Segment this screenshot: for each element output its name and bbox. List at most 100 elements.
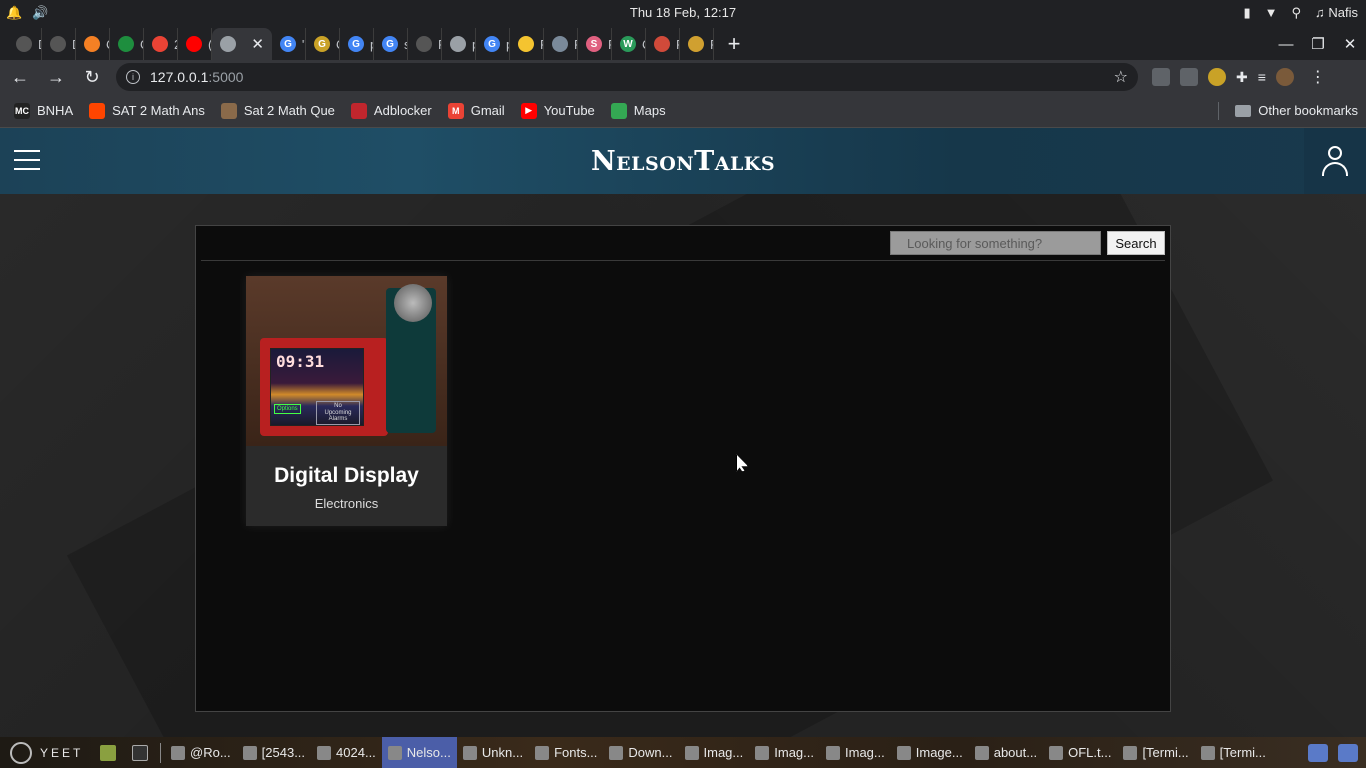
browser-tab[interactable]: GO L [306,28,340,60]
location-icon[interactable]: ⚲ [1291,6,1301,19]
taskbar-window-item[interactable]: Nelso... [381,737,457,768]
taskbar-window-item[interactable]: @Ro... [165,737,237,768]
bookmark-favicon-icon: ▶ [520,102,537,119]
user-menu[interactable]: ♫ Nafis [1315,5,1358,20]
taskbar-item-label: [Termi... [1219,745,1266,760]
other-bookmarks[interactable]: Other bookmarks [1227,97,1366,125]
wifi-icon[interactable]: ▼ [1265,6,1278,19]
bookmark-item[interactable]: ▶ YouTube [513,97,603,125]
extension-icon[interactable] [1180,68,1198,86]
browser-tab[interactable]: Gpyt [340,28,374,60]
battery-icon[interactable]: ▮ [1243,6,1250,19]
browser-tab[interactable]: Gsqli [374,28,408,60]
taskbar-window-item[interactable]: Image... [891,737,969,768]
browser-tab[interactable]: Pyt [510,28,544,60]
taskbar-window-item[interactable]: Unkn... [457,737,529,768]
system-clock[interactable]: Thu 18 Feb, 12:17 [0,5,1366,20]
new-tab-button[interactable]: + [714,28,754,60]
menu-kebab-icon[interactable]: ⋮ [1310,67,1326,87]
close-window-icon[interactable]: ✕ [1334,35,1366,53]
extension-icon[interactable] [1208,68,1226,86]
taskbar-window-item[interactable]: 4024... [311,737,382,768]
bookmark-item[interactable]: Maps [603,97,674,125]
tray-app-icon[interactable] [1308,743,1328,762]
bookmark-item[interactable]: Sat 2 Math Que [213,97,343,125]
browser-tab[interactable]: png [442,28,476,60]
bookmark-item[interactable]: Adblocker [343,97,440,125]
maximize-icon[interactable]: ❐ [1302,35,1334,53]
taskbar-item-label: [2543... [261,745,306,760]
search-input[interactable] [890,231,1101,255]
taskbar-window-item[interactable]: Down... [603,737,678,768]
account-button[interactable] [1304,128,1366,194]
start-menu[interactable]: YEET [0,741,92,764]
arrow-right-icon: → [47,66,65,87]
discord-icon[interactable] [1338,743,1358,762]
browser-tab[interactable]: Re [544,28,578,60]
bookmark-item[interactable]: M Gmail [440,97,513,125]
post-card[interactable]: 09:31 Options No Upcoming Alarms Digital… [246,276,447,526]
bookmark-label: Gmail [470,103,505,118]
extension-icon[interactable] [1152,68,1170,86]
window-icon [1200,745,1215,760]
taskbar-window-item[interactable]: OFL.t... [1043,737,1117,768]
browser-tab[interactable]: CS [76,28,110,60]
site-header: NelsonTalks [0,128,1366,194]
reload-button[interactable]: ↻ [76,61,108,93]
browser-tab[interactable]: Det [42,28,76,60]
tab-title: sqli [404,37,407,52]
browser-tab[interactable]: Det [8,28,42,60]
browser-tab[interactable]: S Pyt [578,28,612,60]
taskbar-window-item[interactable]: Imag... [820,737,891,768]
minimize-icon[interactable]: — [1270,36,1302,53]
terminal-icon[interactable] [132,744,148,761]
notification-bell-icon[interactable]: 🔔 [6,6,22,19]
browser-tab[interactable]: (99 [178,28,212,60]
media-control-icon[interactable]: ≡ [1258,69,1266,85]
browser-tab[interactable]: W CS [612,28,646,60]
site-info-icon[interactable]: i [126,70,140,84]
user-name: Nafis [1328,5,1358,20]
address-bar[interactable]: i 127.0.0.1:5000 ☆ [116,63,1138,91]
bookmark-item[interactable]: MC BNHA [6,97,81,125]
window-icon [242,745,257,760]
bookmark-item[interactable]: SAT 2 Math Ans [81,97,213,125]
tab-title: pyt [506,37,509,52]
taskbar-window-item[interactable]: [Termi... [1195,737,1272,768]
browser-tab[interactable]: 202 [144,28,178,60]
browser-tab[interactable]: Gpyt [476,28,510,60]
hamburger-menu-icon[interactable] [14,150,40,170]
window-icon [974,745,989,760]
browser-tab[interactable]: ✕ [212,28,272,60]
tab-title: O L [336,37,339,52]
profile-avatar[interactable] [1275,68,1294,86]
taskbar-window-item[interactable]: Imag... [679,737,750,768]
taskbar-window-item[interactable]: Fonts... [529,737,603,768]
back-button[interactable]: ← [4,61,36,93]
forward-button[interactable]: → [40,61,72,93]
browser-tab[interactable]: Goo [110,28,144,60]
post-thumbnail[interactable]: 09:31 Options No Upcoming Alarms [246,276,447,446]
window-icon [462,745,477,760]
browser-tab[interactable]: G "A r [272,28,306,60]
browser-tab[interactable]: Rov [408,28,442,60]
taskbar-window-item[interactable]: about... [969,737,1043,768]
window-icon [755,745,770,760]
tab-favicon-icon: S [586,36,602,52]
taskbar-item-label: Imag... [703,745,744,760]
file-manager-icon[interactable] [100,744,116,761]
browser-tab[interactable]: Pic [646,28,680,60]
volume-icon[interactable]: 🔊 [32,6,48,19]
taskbar-window-item[interactable]: [Termi... [1117,737,1194,768]
tab-title: Pyt [608,37,611,52]
taskbar-window-item[interactable]: Imag... [749,737,820,768]
puzzle-icon[interactable]: ✚ [1236,69,1248,86]
search-button[interactable]: Search [1107,231,1165,255]
bookmark-favicon-icon [89,102,106,119]
browser-tab[interactable]: For [680,28,714,60]
taskbar-window-item[interactable]: [2543... [237,737,311,768]
post-title[interactable]: Digital Display [246,464,447,488]
close-tab-icon[interactable]: ✕ [251,35,264,53]
site-brand[interactable]: NelsonTalks [0,146,1366,177]
bookmark-star-icon[interactable]: ☆ [1114,67,1128,87]
